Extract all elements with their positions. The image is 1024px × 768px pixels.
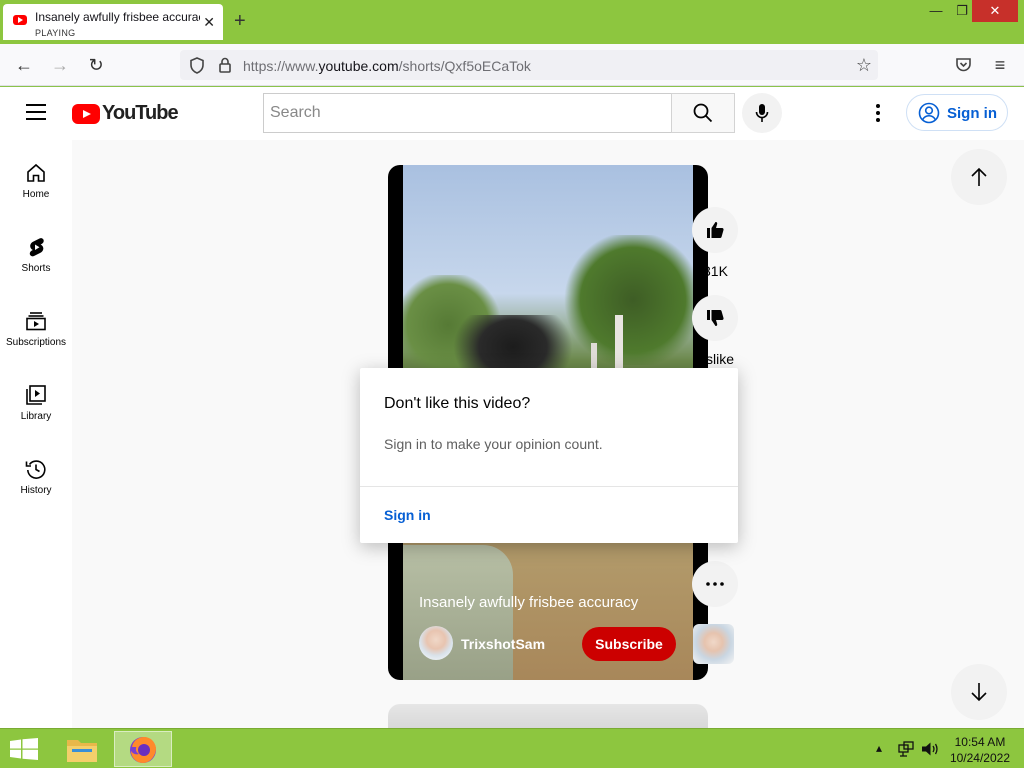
forward-arrow-icon[interactable]: → xyxy=(48,54,72,76)
settings-kebab-icon[interactable] xyxy=(868,101,888,125)
guide-label: Subscriptions xyxy=(5,337,67,348)
search-box[interactable] xyxy=(263,93,672,133)
voice-search-button[interactable] xyxy=(742,93,782,133)
channel-thumbnail[interactable] xyxy=(693,624,734,664)
shield-icon[interactable] xyxy=(189,57,205,74)
sign-in-button[interactable]: Sign in xyxy=(906,94,1008,131)
dislike-button[interactable] xyxy=(692,295,738,341)
microphone-icon xyxy=(755,104,769,122)
account-icon xyxy=(918,102,940,124)
thumbs-down-icon xyxy=(707,310,724,326)
channel-avatar[interactable] xyxy=(419,626,453,660)
app-menu-icon[interactable]: ≡ xyxy=(988,54,1012,76)
bookmark-star-icon[interactable]: ☆ xyxy=(856,55,872,76)
tab-playing-status: PLAYING xyxy=(35,28,76,38)
more-horizontal-icon xyxy=(706,582,724,586)
windows-start-icon[interactable] xyxy=(10,738,38,760)
channel-name[interactable]: TrixshotSam xyxy=(461,636,545,652)
search-input[interactable] xyxy=(264,94,671,132)
sign-in-label: Sign in xyxy=(947,105,997,122)
guide-label: History xyxy=(20,485,52,496)
dislike-signin-popup: Don't like this video? Sign in to make y… xyxy=(360,368,738,543)
taskbar-clock[interactable]: 10:54 AM 10/24/2022 xyxy=(950,734,1010,766)
video-scene-legs xyxy=(403,545,513,680)
guide-item-shorts[interactable]: Shorts xyxy=(0,236,72,274)
guide-item-home[interactable]: Home xyxy=(0,162,72,200)
shorts-icon xyxy=(29,238,44,257)
clock-date: 10/24/2022 xyxy=(949,751,1010,765)
browser-navbar: ← → ↻ https://www.youtube.com/shorts/Qxf… xyxy=(0,44,1024,86)
history-icon xyxy=(25,460,46,479)
reload-icon[interactable]: ↻ xyxy=(84,54,108,76)
home-icon xyxy=(27,163,45,182)
url-bar[interactable]: https://www.youtube.com/shorts/Qxf5oECaT… xyxy=(180,50,878,80)
url-text[interactable]: https://www.youtube.com/shorts/Qxf5oECaT… xyxy=(243,58,531,74)
youtube-page: YouTube Sign in Home Shorts Subscription… xyxy=(0,87,1024,728)
more-actions-button[interactable] xyxy=(692,561,738,607)
youtube-favicon-icon xyxy=(13,15,27,25)
next-short-button[interactable] xyxy=(951,664,1007,720)
popup-divider xyxy=(360,486,738,487)
guide-menu-icon[interactable] xyxy=(26,104,46,120)
guide-label: Home xyxy=(22,189,50,200)
previous-short-button[interactable] xyxy=(951,149,1007,205)
popup-sign-in-link[interactable]: Sign in xyxy=(384,507,431,523)
video-scene-pole xyxy=(615,315,623,375)
window-close-icon[interactable]: ✕ xyxy=(972,0,1018,22)
mini-guide: Home Shorts Subscriptions Library Histor… xyxy=(0,140,72,728)
like-button[interactable] xyxy=(692,207,738,253)
popup-heading: Don't like this video? xyxy=(384,395,531,412)
like-count: 31K xyxy=(703,263,728,279)
guide-item-history[interactable]: History xyxy=(0,458,72,496)
arrow-up-icon xyxy=(971,167,987,186)
taskbar-file-explorer[interactable] xyxy=(58,731,106,767)
tray-expand-icon[interactable]: ▴ xyxy=(876,741,882,755)
search-button[interactable] xyxy=(671,93,735,133)
lock-icon[interactable] xyxy=(218,57,232,73)
subscribe-button[interactable]: Subscribe xyxy=(582,627,676,661)
short-title[interactable]: Insanely awfully frisbee accuracy xyxy=(419,594,638,611)
network-icon[interactable] xyxy=(898,741,914,757)
volume-icon[interactable] xyxy=(921,741,939,757)
guide-item-subscriptions[interactable]: Subscriptions xyxy=(0,310,72,348)
guide-label: Shorts xyxy=(21,263,51,274)
youtube-wordmark: YouTube xyxy=(102,102,179,124)
youtube-play-icon xyxy=(72,104,100,124)
folder-icon xyxy=(67,740,97,762)
taskbar-firefox[interactable] xyxy=(114,731,172,767)
dislike-label: slike xyxy=(706,351,735,367)
guide-item-library[interactable]: Library xyxy=(0,384,72,422)
browser-tab[interactable]: Insanely awfully frisbee accuracy PLAYIN… xyxy=(3,4,223,40)
browser-tab-strip: Insanely awfully frisbee accuracy PLAYIN… xyxy=(0,0,1024,44)
thumbs-up-icon xyxy=(707,222,724,238)
tab-title: Insanely awfully frisbee accuracy xyxy=(35,10,200,24)
search-icon xyxy=(693,103,713,123)
subscriptions-icon xyxy=(26,312,46,331)
clock-time: 10:54 AM xyxy=(954,735,1006,749)
new-tab-icon[interactable]: + xyxy=(234,10,246,33)
video-scene-tree xyxy=(563,235,693,365)
popup-body: Sign in to make your opinion count. xyxy=(384,436,603,452)
library-icon xyxy=(26,385,46,405)
windows-taskbar: ▴ 10:54 AM 10/24/2022 xyxy=(0,728,1024,768)
firefox-icon xyxy=(130,737,156,763)
guide-label: Library xyxy=(20,411,52,422)
next-short-preview[interactable] xyxy=(388,704,708,728)
arrow-down-icon xyxy=(971,683,987,702)
pocket-icon[interactable] xyxy=(955,57,972,73)
tab-close-icon[interactable]: ✕ xyxy=(203,14,215,31)
masthead: YouTube Sign in xyxy=(0,87,1024,140)
back-arrow-icon[interactable]: ← xyxy=(12,54,36,76)
